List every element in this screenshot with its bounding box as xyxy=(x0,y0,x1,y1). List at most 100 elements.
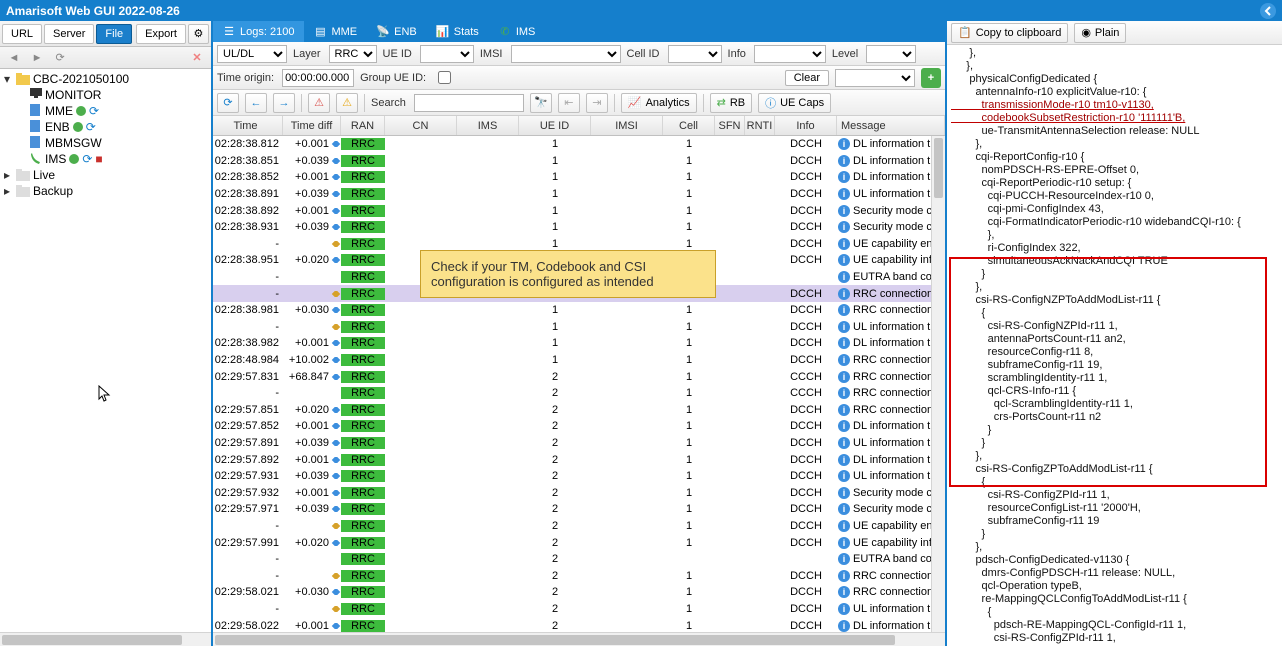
search-next-icon[interactable]: ⇥ xyxy=(586,93,608,113)
table-row[interactable]: 02:28:48.984+10.002RRC11DCCHiRRC connect… xyxy=(213,352,945,369)
col-imsi[interactable]: IMSI xyxy=(591,116,663,135)
tree-enb[interactable]: ENB ⟳ xyxy=(2,119,209,135)
table-row[interactable]: 02:29:57.991+0.020RRC21DCCHiUE capabilit… xyxy=(213,534,945,551)
tab-ims[interactable]: ✆IMS xyxy=(489,21,546,42)
tab-stats[interactable]: 📊Stats xyxy=(427,21,489,42)
table-row[interactable]: 02:28:38.891+0.039RRC11DCCHiUL informati… xyxy=(213,186,945,203)
col-cell[interactable]: Cell xyxy=(663,116,715,135)
col-info[interactable]: Info xyxy=(775,116,837,135)
server-button[interactable]: Server xyxy=(44,24,94,44)
table-row[interactable]: 02:29:57.891+0.039RRC21DCCHiUL informati… xyxy=(213,435,945,452)
refresh-icon[interactable]: ⟳ xyxy=(89,104,99,118)
col-time[interactable]: Time xyxy=(213,116,283,135)
reload-icon[interactable]: ⟳ xyxy=(217,93,239,113)
uecaps-button[interactable]: ⓘUE Caps xyxy=(758,93,831,113)
col-tdiff[interactable]: Time diff xyxy=(283,116,341,135)
table-row[interactable]: 02:28:38.892+0.001RRC11DCCHiSecurity mod… xyxy=(213,202,945,219)
tab-mme[interactable]: ▤MME xyxy=(304,21,367,42)
tab-enb[interactable]: 📡ENB xyxy=(367,21,427,42)
tree-live[interactable]: ▸ Live xyxy=(2,167,209,183)
table-row[interactable]: 02:28:38.931+0.039RRC11DCCHiSecurity mod… xyxy=(213,219,945,236)
tree-monitor[interactable]: MONITOR xyxy=(2,87,209,103)
grid-hscrollbar[interactable] xyxy=(213,632,945,646)
search-input[interactable] xyxy=(414,94,524,112)
table-row[interactable]: -RRC21DCCHiRRC connection reconfiguratio… xyxy=(213,567,945,584)
copy-button[interactable]: 📋Copy to clipboard xyxy=(951,23,1068,43)
collapse-icon[interactable] xyxy=(1260,3,1276,19)
chevron-right-icon[interactable]: ▸ xyxy=(4,168,16,182)
plain-button[interactable]: ◉Plain xyxy=(1074,23,1126,43)
table-row[interactable]: 02:29:58.021+0.030RRC21DCCHiRRC connecti… xyxy=(213,584,945,601)
table-row[interactable]: 02:28:38.981+0.030RRC11DCCHiRRC connecti… xyxy=(213,302,945,319)
refresh-icon[interactable]: ⟳ xyxy=(52,49,68,65)
col-ueid[interactable]: UE ID xyxy=(519,116,591,135)
table-row[interactable]: -RRC11DCCHiUL information transfer xyxy=(213,319,945,336)
tree-ims[interactable]: IMS ⟳ ■ xyxy=(2,151,209,167)
table-row[interactable]: 02:29:57.892+0.001RRC21DCCHiDL informati… xyxy=(213,451,945,468)
col-rnti[interactable]: RNTI xyxy=(745,116,775,135)
uldl-select[interactable]: UL/DL xyxy=(217,45,287,63)
col-ran[interactable]: RAN xyxy=(341,116,385,135)
col-sfn[interactable]: SFN xyxy=(715,116,745,135)
clear-button[interactable]: Clear xyxy=(785,70,829,86)
code-pane[interactable]: }, }, physicalConfigDedicated { antennaI… xyxy=(947,45,1282,646)
tree-mme[interactable]: MME ⟳ xyxy=(2,103,209,119)
warning-icon[interactable]: ⚠ xyxy=(308,93,330,113)
table-row[interactable]: 02:29:57.851+0.020RRC21DCCHiRRC connecti… xyxy=(213,402,945,419)
left-hscrollbar[interactable] xyxy=(0,632,211,646)
table-row[interactable]: 02:29:57.831+68.847RRC21CCCHiRRC connect… xyxy=(213,368,945,385)
export-button[interactable]: Export xyxy=(136,24,186,44)
table-row[interactable]: 02:28:38.852+0.001RRC11DCCHiDL informati… xyxy=(213,169,945,186)
doc-icon xyxy=(30,120,42,134)
chevron-down-icon[interactable]: ▾ xyxy=(4,72,16,86)
prev-file-icon[interactable]: ◄ xyxy=(6,50,22,66)
tree-root[interactable]: ▾ CBC-2021050100 xyxy=(2,71,209,87)
col-msg[interactable]: Message xyxy=(837,116,945,135)
close-icon[interactable]: ✕ xyxy=(189,50,205,66)
ueid-select[interactable] xyxy=(420,45,474,63)
table-row[interactable]: 02:28:38.982+0.001RRC11DCCHiDL informati… xyxy=(213,335,945,352)
warning2-icon[interactable]: ⚠ xyxy=(336,93,358,113)
next-file-icon[interactable]: ► xyxy=(29,50,45,66)
grid-body[interactable]: 02:28:38.812+0.001RRC11DCCHiDL informati… xyxy=(213,136,945,632)
table-row[interactable]: -RRC21DCCHiUL information transfer xyxy=(213,601,945,618)
arrow-right-icon[interactable]: → xyxy=(273,93,295,113)
tab-logs[interactable]: ☰Logs: 2100 xyxy=(213,21,304,42)
layer-select[interactable]: RRC xyxy=(329,45,377,63)
binoculars-icon[interactable]: 🔭 xyxy=(530,93,552,113)
url-button[interactable]: URL xyxy=(2,24,42,44)
grid-vscrollbar[interactable] xyxy=(931,136,945,632)
arrow-left-icon[interactable]: ← xyxy=(245,93,267,113)
add-button[interactable]: + xyxy=(921,68,941,88)
col-cn[interactable]: CN xyxy=(385,116,457,135)
tree-mbmsgw[interactable]: MBMSGW xyxy=(2,135,209,151)
table-row[interactable]: -RRC21CCCHiRRC connection setup xyxy=(213,385,945,402)
table-row[interactable]: 02:29:57.931+0.039RRC21DCCHiUL informati… xyxy=(213,468,945,485)
tree-backup[interactable]: ▸ Backup xyxy=(2,183,209,199)
table-row[interactable]: 02:29:57.932+0.001RRC21DCCHiSecurity mod… xyxy=(213,484,945,501)
clear-select[interactable] xyxy=(835,69,915,87)
table-row[interactable]: 02:28:38.851+0.039RRC11DCCHiDL informati… xyxy=(213,153,945,170)
search-prev-icon[interactable]: ⇤ xyxy=(558,93,580,113)
col-ims[interactable]: IMS xyxy=(457,116,519,135)
table-row[interactable]: 02:29:57.852+0.001RRC21DCCHiDL informati… xyxy=(213,418,945,435)
table-row[interactable]: -RRC21DCCHiUE capability enquiry xyxy=(213,518,945,535)
table-row[interactable]: 02:29:57.971+0.039RRC21DCCHiSecurity mod… xyxy=(213,501,945,518)
chevron-right-icon[interactable]: ▸ xyxy=(4,184,16,198)
table-row[interactable]: 02:28:38.812+0.001RRC11DCCHiDL informati… xyxy=(213,136,945,153)
level-select[interactable] xyxy=(866,45,916,63)
gear-icon[interactable]: ⚙ xyxy=(188,24,209,44)
timeorigin-input[interactable] xyxy=(282,69,354,87)
stop-icon[interactable]: ■ xyxy=(95,152,102,166)
analytics-button[interactable]: 📈Analytics xyxy=(621,93,697,113)
info-select[interactable] xyxy=(754,45,826,63)
cellid-select[interactable] xyxy=(668,45,722,63)
imsi-select[interactable] xyxy=(511,45,621,63)
rb-button[interactable]: ⇄RB xyxy=(710,93,753,113)
refresh-icon[interactable]: ⟳ xyxy=(82,152,92,166)
table-row[interactable]: 02:29:58.022+0.001RRC21DCCHiDL informati… xyxy=(213,617,945,632)
table-row[interactable]: -RRC2iEUTRA band combinations xyxy=(213,551,945,568)
refresh-icon[interactable]: ⟳ xyxy=(86,120,96,134)
groupue-checkbox[interactable] xyxy=(438,71,451,84)
file-button[interactable]: File xyxy=(96,24,132,44)
